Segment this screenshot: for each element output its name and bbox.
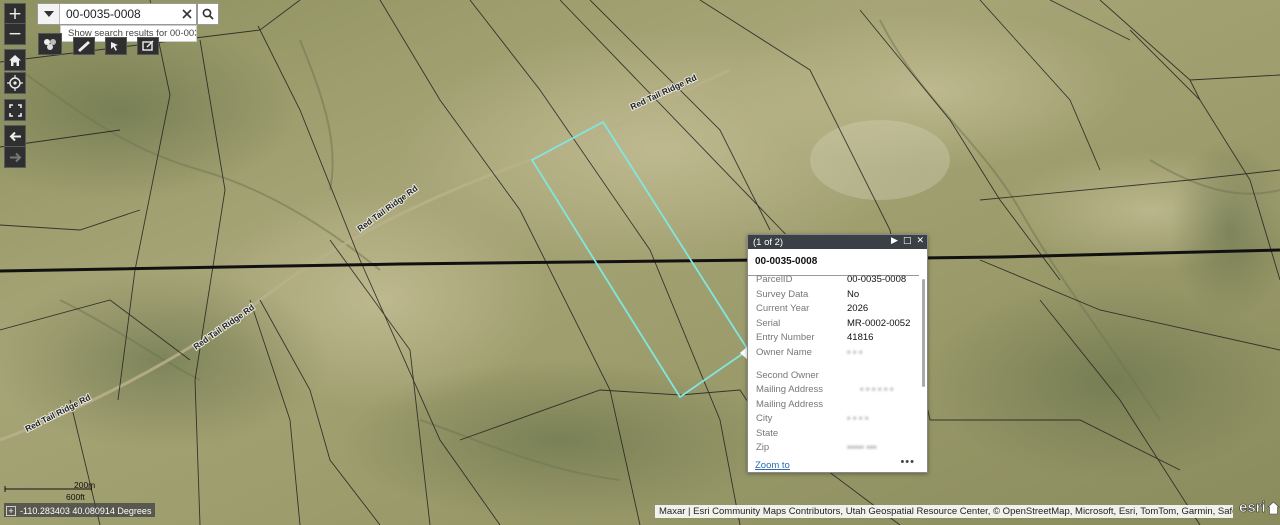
popup-header: (1 of 2) ▶ □ ✕ — [748, 235, 927, 249]
attr-value-redacted: ▪ ▪ ▪ — [847, 347, 863, 358]
attr-label: Serial — [756, 318, 781, 329]
home-icon — [9, 54, 21, 66]
zoom-out-button[interactable]: − — [4, 23, 26, 45]
attribution[interactable]: Maxar | Esri Community Maps Contributors… — [655, 505, 1233, 518]
attr-label: Zip — [756, 442, 770, 453]
home-button[interactable] — [4, 49, 26, 71]
print-tool-button[interactable] — [137, 37, 159, 55]
back-extent-button[interactable] — [4, 125, 26, 147]
popup-scrollbar[interactable] — [922, 279, 925, 387]
close-icon[interactable]: ✕ — [916, 236, 924, 246]
measure-tool-button[interactable] — [73, 37, 95, 55]
search-input[interactable] — [60, 4, 178, 24]
locate-button[interactable] — [4, 72, 26, 94]
select-icon — [111, 42, 118, 51]
coordinate-readout[interactable]: + -110.283403 40.080914 Degrees — [4, 503, 156, 517]
feature-popup: (1 of 2) ▶ □ ✕ 00-0035-0008 ParcelID 00-… — [747, 234, 928, 473]
search-source-dropdown[interactable] — [38, 4, 60, 24]
select-tool-button[interactable] — [105, 37, 127, 55]
esri-logo: esri — [1239, 499, 1266, 517]
search-button[interactable] — [197, 3, 219, 25]
attr-label: Owner Name — [756, 347, 812, 358]
attr-label: Survey Data — [756, 289, 809, 300]
zoom-in-label: + — [7, 4, 23, 24]
forward-extent-button[interactable] — [4, 146, 26, 168]
attr-value-redacted: ▪ ▪ ▪ ▪ — [847, 413, 869, 424]
zoom-in-button[interactable]: + — [4, 3, 26, 25]
search-widget — [37, 3, 197, 25]
arrow-right-icon — [9, 152, 21, 162]
popup-footer: Zoom to ••• — [748, 455, 927, 472]
attr-value: 2026 — [847, 303, 869, 314]
attr-value: 00-0035-0008 — [847, 274, 907, 285]
attr-label: Second Owner — [756, 370, 819, 381]
clear-search-button[interactable] — [178, 4, 196, 24]
locate-icon — [7, 75, 23, 91]
attr-value: 41816 — [847, 332, 874, 343]
attr-label: ParcelID — [756, 274, 793, 285]
home-icon — [1267, 501, 1280, 515]
layers-tool-button[interactable] — [38, 33, 62, 55]
coordinate-toggle-icon[interactable]: + — [6, 505, 16, 516]
zoom-to-link[interactable]: Zoom to — [755, 460, 790, 471]
attr-value: MR-0002-0052 — [847, 318, 911, 329]
attr-value: No — [847, 289, 860, 300]
fullscreen-button[interactable] — [4, 99, 26, 121]
scale-label-metric: 200m — [74, 480, 96, 490]
popup-title: 00-0035-0008 — [748, 249, 919, 276]
more-actions-button[interactable]: ••• — [900, 456, 915, 468]
next-feature-icon[interactable]: ▶ — [891, 236, 898, 246]
attr-label: Mailing Address — [756, 384, 824, 395]
zoom-out-label: − — [7, 24, 23, 44]
attr-label: State — [756, 428, 779, 439]
chevron-down-icon — [43, 11, 54, 17]
popup-counter: (1 of 2) — [753, 236, 784, 248]
attr-label: Mailing Address — [756, 399, 824, 410]
share-icon — [142, 40, 154, 51]
fullscreen-icon — [8, 103, 22, 117]
attr-label: City — [756, 413, 773, 424]
scale-label-imperial: 600ft — [66, 492, 85, 502]
attr-label: Entry Number — [756, 332, 815, 343]
search-icon — [202, 8, 214, 20]
maximize-icon[interactable]: □ — [903, 236, 912, 246]
aerial-map[interactable]: Red Tail Ridge Rd Red Tail Ridge Rd Red … — [0, 0, 1280, 525]
coordinate-text: -110.283403 40.080914 Degrees — [20, 505, 152, 516]
layers-icon — [44, 39, 56, 50]
close-icon — [182, 9, 192, 19]
attr-value-redacted: ▪▪▪▪▪ ▪▪▪ — [847, 442, 877, 453]
ruler-icon — [78, 41, 90, 52]
attr-value-redacted: ▪ ▪ ▪ ▪ ▪ ▪ — [860, 384, 894, 395]
attr-label: Current Year — [756, 303, 810, 314]
arrow-left-icon — [9, 131, 21, 141]
svg-text:esri: esri — [1239, 499, 1266, 516]
